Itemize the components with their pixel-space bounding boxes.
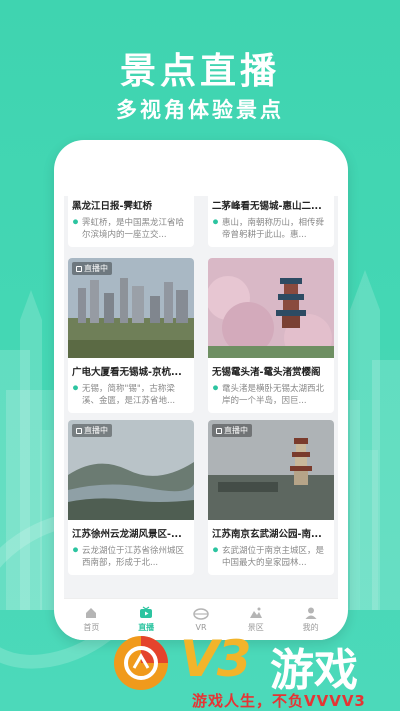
live-badge: 直播中: [212, 424, 252, 437]
vr-icon: [193, 608, 209, 620]
tab-label: 首页: [83, 623, 100, 632]
promo-title: 景点直播: [119, 51, 280, 92]
card-title: 江苏徐州云龙湖风景区-...: [72, 529, 182, 540]
brand-watermark: V3 游戏 游戏人生，不负VVVV3: [100, 628, 400, 711]
live-thumbnail: 直播中: [68, 420, 194, 520]
app-screen: 黑龙江日报-霁虹桥 霁虹桥，是中国黑龙江省哈尔滨境内的一座立交... 二茅峰看无…: [64, 196, 338, 640]
card-title: 广电大厦看无锡城-京杭...: [72, 367, 182, 378]
list-item[interactable]: 黑龙江日报-霁虹桥 霁虹桥，是中国黑龙江省哈尔滨境内的一座立交...: [68, 196, 194, 247]
mountain-icon: [249, 607, 262, 618]
card-title: 黑龙江日报-霁虹桥: [72, 201, 152, 212]
live-badge: 直播中: [72, 262, 112, 275]
card-description: 玄武湖位于南京主城区，是中国最大的皇家园林...: [222, 546, 325, 568]
live-badge: 直播中: [72, 424, 112, 437]
list-item[interactable]: 直播中 江苏徐州云龙湖风景区-... 云龙湖位于江苏省徐州城区西南部，形成于北.…: [68, 420, 194, 575]
card-description: 霁虹桥，是中国黑龙江省哈尔滨境内的一座立交...: [82, 218, 185, 240]
list-item[interactable]: 直播中 广电大厦看无锡城-京杭... 无锡，简称"锡"，古称梁溪、金匮，是江苏省…: [68, 258, 194, 413]
list-item[interactable]: 无锡鼋头渚-鼋头渚赏樱阁 鼋头渚是横卧无锡太湖西北岸的一个半岛，因巨...: [208, 258, 334, 413]
location-pin-icon: [213, 547, 218, 553]
live-thumbnail: 直播中: [68, 258, 194, 358]
location-pin-icon: [213, 219, 218, 225]
phone-mockup: 黑龙江日报-霁虹桥 霁虹桥，是中国黑龙江省哈尔滨境内的一座立交... 二茅峰看无…: [54, 140, 348, 640]
user-icon: [305, 607, 317, 619]
brand-logo-icon: [114, 636, 168, 690]
card-description: 鼋头渚是横卧无锡太湖西北岸的一个半岛，因巨...: [222, 384, 325, 406]
location-pin-icon: [213, 385, 218, 391]
brand-name: 游戏: [270, 645, 358, 696]
card-title: 二茅峰看无锡城-惠山二...: [212, 201, 322, 212]
camera-icon: [76, 427, 82, 434]
camera-icon: [76, 265, 82, 272]
location-pin-icon: [73, 219, 78, 225]
tv-icon: [140, 606, 153, 618]
card-title: 江苏南京玄武湖公园-南...: [212, 529, 322, 540]
camera-icon: [216, 427, 222, 434]
home-icon: [86, 608, 97, 618]
card-description: 无锡，简称"锡"，古称梁溪、金匮，是江苏省地...: [82, 384, 176, 406]
list-item[interactable]: 直播中 江苏南京玄武湖公园-南... 玄武湖位于南京主城区，是中国最大的皇家园林…: [208, 420, 334, 575]
promo-subtitle: 多视角体验景点: [116, 98, 284, 122]
location-pin-icon: [73, 385, 78, 391]
brand-logo-text: V3: [180, 630, 251, 688]
brand-slogan: 游戏人生，不负VVVV3: [192, 692, 366, 710]
live-thumbnail: 直播中: [208, 420, 334, 520]
card-description: 云龙湖位于江苏省徐州城区西南部，形成于北...: [82, 546, 185, 568]
card-description: 惠山，南朝称历山，相传舜帝曾躬耕于此山。惠...: [222, 218, 325, 240]
location-pin-icon: [73, 547, 78, 553]
card-title: 无锡鼋头渚-鼋头渚赏樱阁: [212, 367, 321, 378]
live-thumbnail: [208, 258, 334, 358]
list-item[interactable]: 二茅峰看无锡城-惠山二... 惠山，南朝称历山，相传舜帝曾躬耕于此山。惠...: [208, 196, 334, 247]
